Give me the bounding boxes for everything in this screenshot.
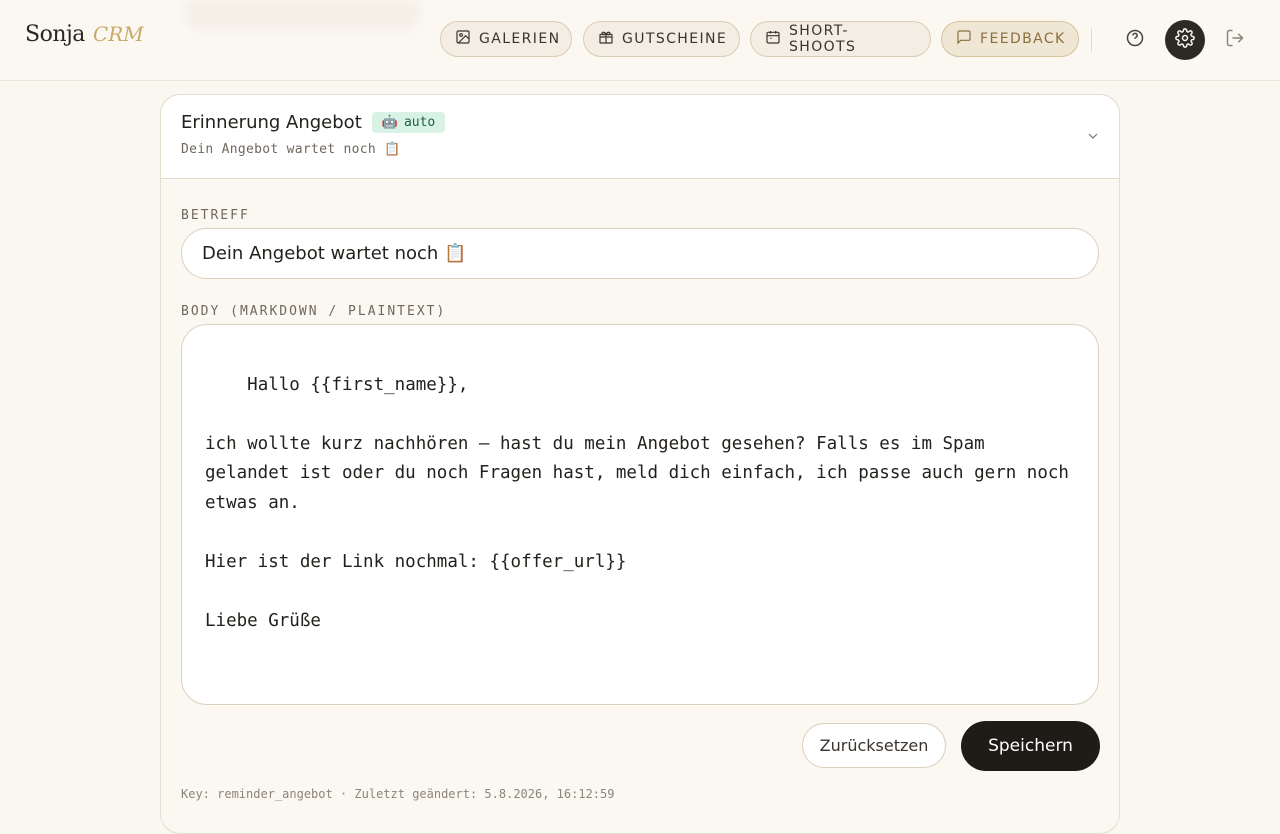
chevron-down-icon [1085, 129, 1101, 148]
header-divider [1091, 28, 1092, 52]
brand-sub: CRM [92, 22, 144, 46]
help-button[interactable] [1115, 20, 1155, 60]
gear-icon [1175, 28, 1195, 52]
blurred-search-area [185, 0, 420, 30]
gift-icon [598, 29, 614, 49]
nav-label: SHORT-SHOOTS [789, 23, 857, 55]
subject-input[interactable]: Dein Angebot wartet noch 📋 [181, 228, 1099, 279]
brand-name: Sonja [25, 22, 85, 47]
body-label: BODY (MARKDOWN / PLAINTEXT) [181, 304, 447, 319]
nav-gutscheine-button[interactable]: GUTSCHEINE [583, 21, 740, 57]
email-template-card: Erinnerung Angebot 🤖 auto Dein Angebot w… [160, 94, 1120, 834]
nav-label: GUTSCHEINE [622, 31, 728, 47]
template-subtitle: Dein Angebot wartet noch 📋 [181, 142, 401, 157]
reset-button[interactable]: Zurücksetzen [802, 723, 946, 768]
nav-label: FEEDBACK [980, 31, 1066, 47]
template-header[interactable]: Erinnerung Angebot 🤖 auto Dein Angebot w… [161, 95, 1119, 179]
robot-icon: 🤖 [381, 115, 398, 130]
template-title-row: Erinnerung Angebot 🤖 auto [181, 112, 446, 133]
auto-badge: 🤖 auto [371, 112, 446, 133]
nav-feedback-button[interactable]: FEEDBACK [941, 21, 1079, 57]
brand-logo[interactable]: Sonja CRM [25, 22, 144, 47]
collapse-toggle[interactable] [1085, 128, 1101, 144]
template-title: Erinnerung Angebot [181, 112, 362, 133]
body-text: Hallo {{first_name}}, ich wollte kurz na… [205, 374, 1069, 631]
save-button[interactable]: Speichern [961, 721, 1100, 771]
template-meta: Key: reminder_angebot · Zuletzt geändert… [181, 787, 615, 801]
message-icon [956, 29, 972, 49]
nav-galerien-button[interactable]: GALERIEN [440, 21, 572, 57]
help-circle-icon [1125, 28, 1145, 52]
resize-handle-icon[interactable] [1080, 688, 1090, 698]
subject-label: BETREFF [181, 208, 250, 223]
settings-button[interactable] [1165, 20, 1205, 60]
nav-label: GALERIEN [479, 31, 561, 47]
image-icon [455, 29, 471, 49]
nav-short-shoots-button[interactable]: SHORT-SHOOTS [750, 21, 931, 57]
badge-label: auto [403, 115, 436, 130]
calendar-icon [765, 29, 781, 49]
body-textarea[interactable]: Hallo {{first_name}}, ich wollte kurz na… [181, 324, 1099, 705]
app-header: Sonja CRM GALERIEN GUTSCHEINE SHORT-SHOO… [0, 0, 1280, 81]
logout-icon [1225, 28, 1245, 52]
logout-button[interactable] [1215, 20, 1255, 60]
